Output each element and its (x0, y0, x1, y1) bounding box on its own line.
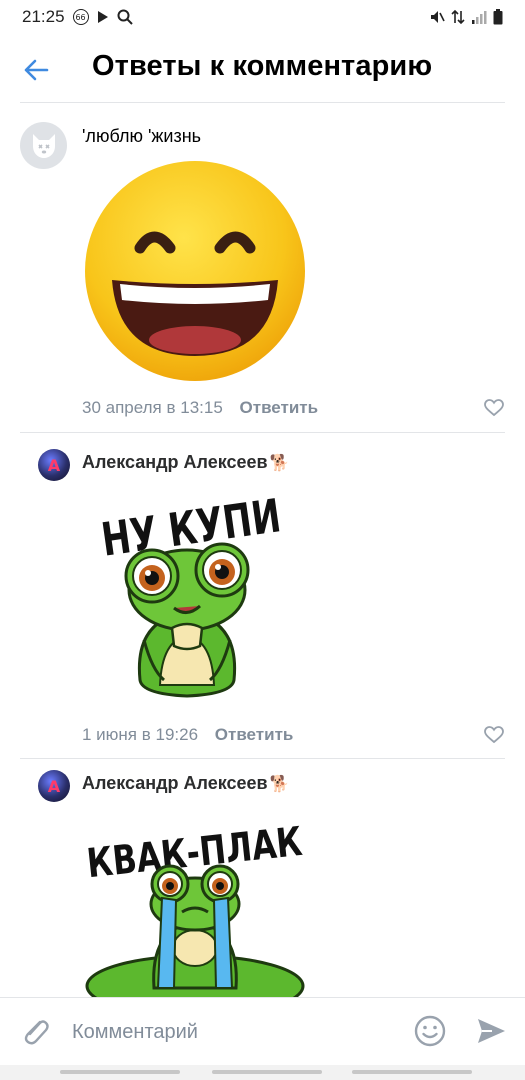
avatar[interactable]: A (38, 770, 70, 802)
comment-meta: 30 апреля в 13:15 Ответить (82, 398, 318, 418)
battery-icon (493, 9, 503, 25)
author-name: Александр Алексеев (82, 452, 268, 472)
dog-badge-icon: 🐕 (269, 776, 290, 793)
smile-icon[interactable] (413, 1014, 447, 1048)
comment-input[interactable] (72, 1016, 392, 1048)
nav-recent-button[interactable] (60, 1070, 180, 1074)
comment-author[interactable]: Александр Алексеев 🐕 (82, 773, 290, 794)
reply-button[interactable]: Ответить (215, 725, 294, 744)
data-icon (451, 9, 465, 25)
status-bar: 21:25 66 (0, 0, 525, 34)
status-time: 21:25 (22, 7, 65, 26)
avatar[interactable]: A (38, 449, 70, 481)
search-icon (117, 9, 133, 25)
notification-badge-icon: 66 (72, 9, 89, 25)
heart-icon[interactable] (484, 726, 504, 744)
signal-icon (472, 11, 487, 24)
avatar-letter: A (47, 776, 61, 796)
status-right (429, 9, 503, 25)
heart-icon[interactable] (484, 399, 504, 417)
comment-divider (20, 758, 505, 759)
avatar[interactable] (20, 122, 67, 169)
comment-meta: 1 июня в 19:26 Ответить (82, 725, 293, 745)
author-name: Александр Алексеев (82, 773, 268, 793)
system-nav-bar (0, 1065, 525, 1080)
dog-badge-icon: 🐕 (269, 455, 290, 472)
status-left: 21:25 66 (22, 7, 133, 27)
frog-sticker-kvak-plak: КВАК-ПЛАК (82, 808, 308, 998)
app-header: Ответы к комментарию (0, 34, 525, 104)
comment-composer (0, 997, 525, 1065)
mute-icon (431, 11, 445, 23)
nav-home-button[interactable] (212, 1070, 322, 1074)
arrow-left-icon (24, 59, 49, 81)
laughing-emoji-sticker (85, 161, 305, 381)
nav-back-button[interactable] (352, 1070, 472, 1074)
reply-button[interactable]: Ответить (240, 398, 319, 417)
frog-sticker-nu-kupi: НУ КУПИ (82, 480, 292, 708)
play-icon (97, 11, 108, 23)
header-divider (20, 102, 505, 103)
comment-date: 30 апреля в 13:15 (82, 398, 223, 417)
comment-divider (20, 432, 505, 433)
send-icon[interactable] (474, 1014, 508, 1048)
comment-date: 1 июня в 19:26 (82, 725, 199, 744)
paperclip-icon[interactable] (18, 1014, 52, 1048)
page-title: Ответы к комментарию (92, 50, 433, 82)
comment-author[interactable]: Александр Алексеев 🐕 (82, 452, 290, 473)
comment-author[interactable]: 'люблю 'жизнь (82, 126, 201, 147)
back-button[interactable] (18, 52, 54, 88)
deactivated-dog-icon (32, 133, 55, 158)
crying-frog-illustration: КВАК-ПЛАК (85, 819, 305, 998)
frog-illustration: НУ КУПИ (98, 488, 284, 698)
avatar-letter: A (47, 455, 61, 475)
